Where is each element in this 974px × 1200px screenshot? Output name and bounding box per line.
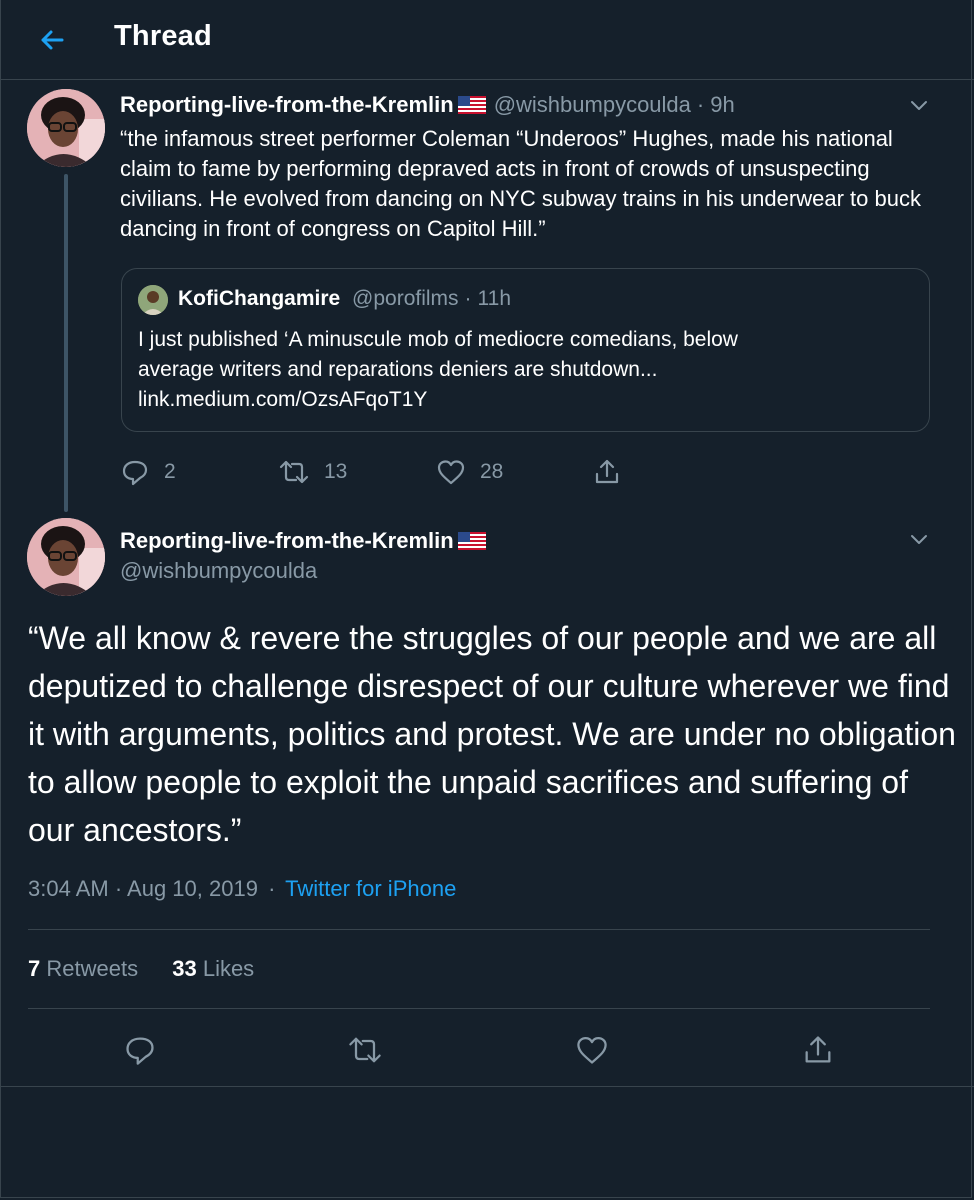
quote-text-line: I just published ‘A minuscule mob of med… [138,328,738,351]
quote-avatar [138,285,168,315]
reply-bubble-icon [122,460,148,486]
more-options-button[interactable] [906,526,932,552]
main-tweet-text: “We all know & revere the struggles of o… [28,620,956,848]
share-button[interactable] [798,1030,838,1070]
arrow-left-icon [41,30,64,50]
thread-header: Thread [0,0,974,80]
section-divider [0,1086,974,1087]
divider [28,1008,930,1009]
reply-tweet-text: “the infamous street performer Coleman “… [120,126,921,241]
share-button[interactable] [592,456,636,488]
like-label: Likes [202,956,255,981]
quoted-tweet[interactable]: KofiChangamire @porofilms · 11h I just pub… [121,268,930,432]
tweet-time[interactable]: 9h [710,92,734,117]
separator-dot: · [696,92,705,117]
main-tweet-actions [0,1030,974,1070]
quote-header: KofiChangamire @porofilms · 11h [178,287,511,311]
handle[interactable]: @wishbumpycoulda [120,558,317,584]
handle[interactable]: @wishbumpycoulda [494,92,691,117]
like-count: 28 [480,460,504,483]
separator-dot: · [464,287,472,310]
retweet-label: Retweets [46,956,139,981]
share-icon [595,459,619,484]
like-button[interactable] [572,1030,612,1070]
back-button[interactable] [34,22,70,58]
reply-tweet-header: Reporting-live-from-the-Kremlin @wishbum… [120,92,735,118]
retweet-button[interactable] [345,1030,385,1070]
more-options-button[interactable] [906,92,932,118]
page-title: Thread [114,20,212,52]
retweet-icon [349,1037,381,1063]
chevron-down-icon [911,101,927,110]
quote-text-line: average writers and reparations deniers … [138,358,658,381]
divider [28,929,930,930]
us-flag-icon [457,96,486,114]
source-link[interactable]: Twitter for iPhone [285,876,456,901]
timestamp[interactable]: 3:04 AM · Aug 10, 2019 [28,876,258,901]
quote-time[interactable]: 11h [478,287,511,310]
avatar[interactable] [27,89,105,167]
likes-stat[interactable]: 33 Likes [172,956,254,981]
avatar-image [27,518,105,596]
avatar[interactable] [27,518,105,596]
chevron-down-icon [911,535,927,544]
display-name[interactable]: Reporting-live-from-the-Kremlin [120,92,454,117]
retweet-icon [279,460,309,484]
retweet-count: 13 [324,460,348,483]
avatar-image [27,89,105,167]
share-icon [805,1036,831,1063]
reply-bubble-icon [126,1037,154,1065]
quote-display-name[interactable]: KofiChangamire [178,287,340,310]
quote-text: I just published ‘A minuscule mob of med… [138,325,908,415]
quote-link[interactable]: link.medium.com/OzsAFqoT1Y [138,385,908,415]
retweet-button[interactable]: 13 [278,456,347,488]
reply-button[interactable]: 2 [120,456,176,488]
like-count: 33 [172,956,197,981]
us-flag-icon [457,532,486,550]
retweets-stat[interactable]: 7 Retweets [28,956,138,981]
quote-handle[interactable]: @porofilms [352,287,459,310]
heart-icon [437,460,465,485]
main-tweet-author: Reporting-live-from-the-Kremlin [120,528,494,554]
reply-button[interactable] [120,1030,160,1070]
separator-dot: · [268,876,276,901]
reply-count: 2 [164,460,176,483]
thread-connector-line [64,174,68,512]
heart-icon [577,1036,607,1064]
like-button[interactable]: 28 [436,456,503,488]
retweet-count: 7 [28,956,41,981]
display-name[interactable]: Reporting-live-from-the-Kremlin [120,528,454,553]
tweet-meta: 3:04 AM · Aug 10, 2019 · Twitter for iPh… [28,876,456,902]
engagement-stats: 7 Retweets 33 Likes [28,956,254,982]
